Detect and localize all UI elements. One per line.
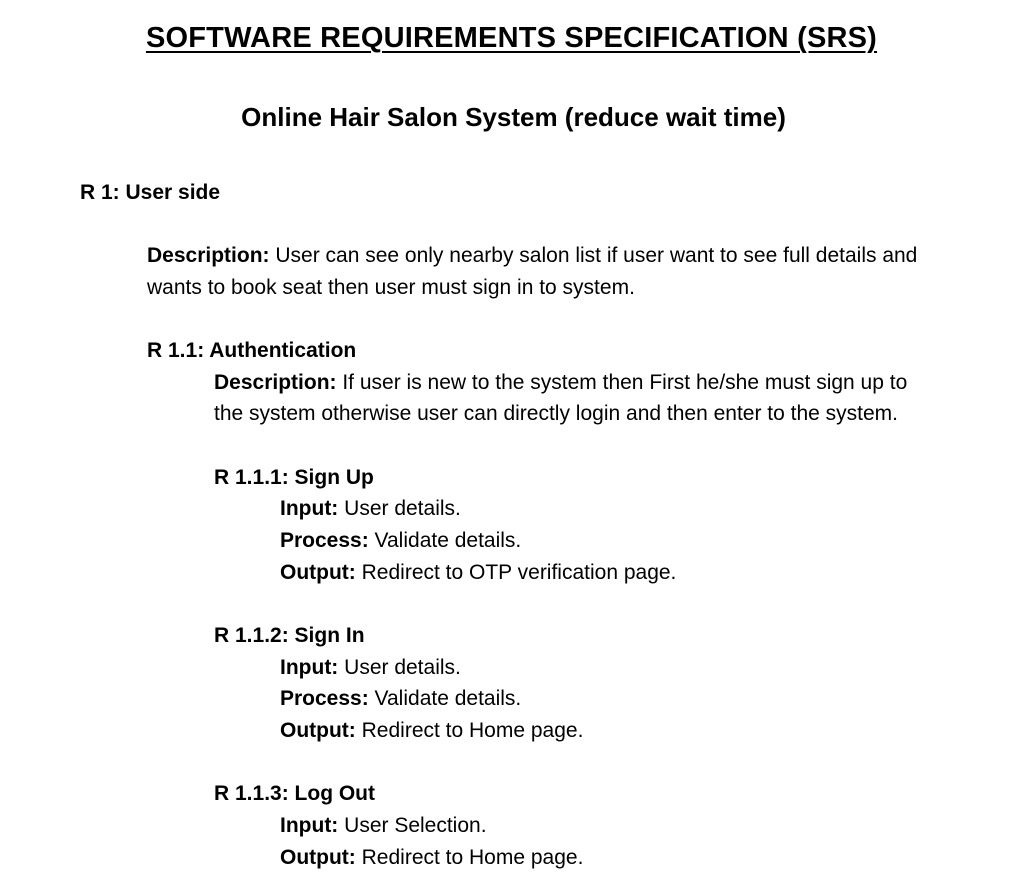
process-value: Validate details.: [368, 687, 522, 710]
output-label: Output:: [280, 719, 356, 742]
input-value: User Selection.: [338, 814, 487, 837]
output-value: Redirect to Home page.: [355, 719, 584, 742]
document-subtitle: Online Hair Salon System (reduce wait ti…: [241, 102, 786, 132]
r1-1-2-input: Input: User details.: [280, 655, 461, 681]
r1-1-2-output: Output: Redirect to Home page.: [280, 718, 583, 744]
output-value: Redirect to Home page.: [355, 846, 584, 869]
input-label: Input:: [280, 656, 339, 679]
r1-1-3-input: Input: User Selection.: [280, 813, 487, 839]
input-label: Input:: [280, 814, 339, 837]
output-label: Output:: [280, 561, 356, 584]
section-heading-r1-1-2: R 1.1.2: Sign In: [214, 624, 365, 647]
section-heading-r1-1-1: R 1.1.1: Sign Up: [214, 466, 374, 489]
description-text: User can see only nearby salon list if u…: [269, 244, 918, 267]
r1-1-1-input: Input: User details.: [280, 496, 461, 522]
description-label: Description:: [147, 244, 270, 267]
section-heading-r1-1: R 1.1: Authentication: [147, 339, 357, 362]
r1-1-3-output: Output: Redirect to Home page.: [280, 845, 583, 871]
r1-description: Description: User can see only nearby sa…: [147, 243, 917, 269]
r1-description-continued: wants to book seat then user must sign i…: [147, 276, 635, 299]
output-label: Output:: [280, 846, 356, 869]
input-value: User details.: [338, 656, 461, 679]
r1-1-1-process: Process: Validate details.: [280, 528, 521, 554]
process-label: Process:: [280, 687, 369, 710]
description-text: If user is new to the system then First …: [336, 371, 908, 394]
document-title: SOFTWARE REQUIREMENTS SPECIFICATION (SRS…: [145, 22, 878, 54]
r1-1-description-continued: the system otherwise user can directly l…: [214, 402, 899, 425]
section-heading-r1: R 1: User side: [80, 181, 221, 204]
r1-1-1-output: Output: Redirect to OTP verification pag…: [280, 560, 676, 586]
section-heading-r1-1-3: R 1.1.3: Log Out: [214, 782, 376, 805]
r1-1-description: Description: If user is new to the syste…: [214, 370, 907, 396]
r1-1-2-process: Process: Validate details.: [280, 686, 521, 712]
input-label: Input:: [280, 497, 339, 520]
input-value: User details.: [338, 497, 461, 520]
process-value: Validate details.: [368, 529, 522, 552]
process-label: Process:: [280, 529, 369, 552]
output-value: Redirect to OTP verification page.: [355, 561, 677, 584]
description-label: Description:: [214, 371, 337, 394]
document-page: SOFTWARE REQUIREMENTS SPECIFICATION (SRS…: [0, 0, 1023, 895]
